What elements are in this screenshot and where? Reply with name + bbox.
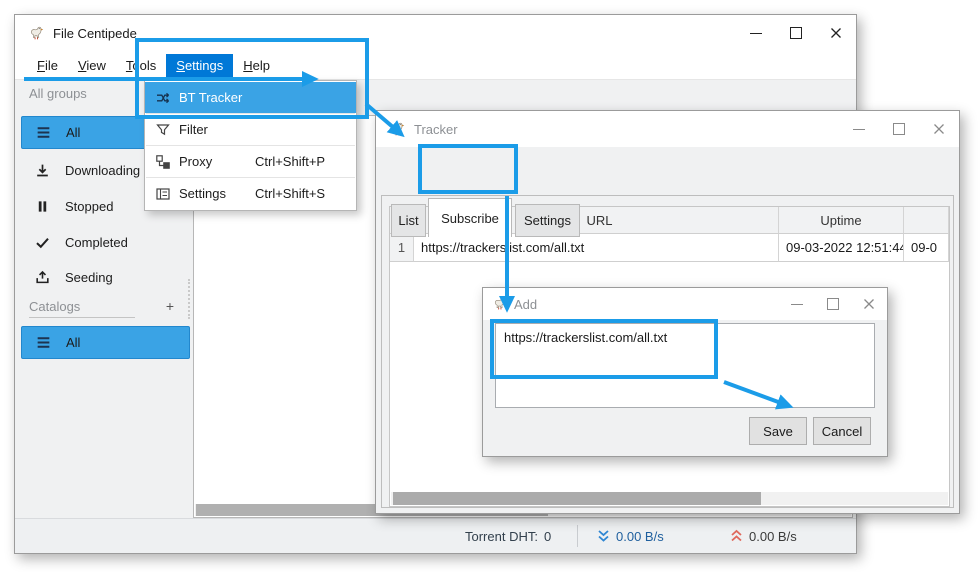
tracker-window-controls	[839, 111, 959, 147]
download-icon	[34, 162, 51, 179]
menu-item-proxy[interactable]: Proxy Ctrl+Shift+P	[145, 146, 356, 177]
header-extra[interactable]	[904, 207, 949, 234]
download-speed-value: 0.00 B/s	[616, 529, 664, 544]
menu-file[interactable]: File	[27, 54, 68, 77]
menu-settings[interactable]: Settings	[166, 54, 233, 77]
double-chevron-down-icon	[597, 529, 610, 543]
catalogs-label: Catalogs	[29, 299, 80, 314]
menu-item-shortcut: Ctrl+Shift+S	[255, 186, 325, 201]
tracker-window-title: Tracker	[414, 122, 458, 137]
minimize-button[interactable]	[779, 288, 815, 320]
cancel-button[interactable]: Cancel	[813, 417, 871, 445]
groups-filter-label: All groups	[29, 86, 87, 101]
groups-filter[interactable]: All groups	[15, 79, 856, 106]
menu-item-label: Settings	[179, 186, 231, 201]
sidebar-item-completed[interactable]: Completed	[21, 228, 188, 256]
menu-lines-icon	[35, 334, 52, 351]
app-goose-icon	[493, 297, 507, 311]
double-chevron-up-icon	[730, 529, 743, 543]
close-button[interactable]	[816, 15, 856, 51]
proxy-network-icon	[155, 154, 171, 170]
close-icon	[830, 27, 842, 39]
menu-lines-icon	[35, 124, 52, 141]
tab-subscribe[interactable]: Subscribe	[428, 198, 512, 237]
dht-value: 0	[544, 529, 551, 544]
catalogs-header: Catalogs +	[21, 295, 188, 317]
save-button[interactable]: Save	[749, 417, 807, 445]
close-button[interactable]	[919, 111, 959, 147]
tracker-shuffle-icon	[155, 90, 171, 106]
add-dialog: Add https://trackerslist.com/all.txt Sav…	[482, 287, 888, 457]
table-row[interactable]: 1 https://trackerslist.com/all.txt 09-03…	[390, 234, 949, 262]
main-window-controls	[736, 15, 856, 51]
menu-item-settings[interactable]: Settings Ctrl+Shift+S	[145, 178, 356, 209]
add-dialog-title: Add	[514, 297, 537, 312]
cell-url: https://trackerslist.com/all.txt	[414, 234, 779, 262]
table-hscrollbar[interactable]	[391, 492, 948, 505]
upload-speed: 0.00 B/s	[730, 519, 797, 553]
sidebar-item-label: Seeding	[65, 270, 113, 285]
maximize-button[interactable]	[879, 111, 919, 147]
sidebar-item-label: Stopped	[65, 199, 113, 214]
close-button[interactable]	[851, 288, 887, 320]
tab-label: Settings	[524, 213, 571, 228]
settings-form-icon	[155, 186, 171, 202]
dht-status: Torrent DHT: 0	[465, 519, 551, 553]
tab-label: Subscribe	[441, 211, 499, 226]
scrollbar-thumb[interactable]	[393, 492, 761, 505]
sidebar-splitter[interactable]	[188, 279, 190, 319]
menu-item-filter[interactable]: Filter	[145, 114, 356, 145]
status-divider	[577, 525, 578, 547]
upload-icon	[34, 269, 51, 286]
menu-help[interactable]: Help	[233, 54, 280, 77]
screen: { "colors": { "annotation": "#1b9ce8", "…	[0, 0, 978, 572]
tab-label: List	[398, 213, 418, 228]
app-goose-icon	[29, 26, 44, 41]
menu-item-shortcut: Ctrl+Shift+P	[255, 154, 325, 169]
tab-list[interactable]: List	[391, 204, 426, 237]
catalog-item-all[interactable]: All	[21, 326, 190, 359]
menu-bar: File View Tools Settings Help	[15, 51, 856, 79]
menu-item-label: Filter	[179, 122, 231, 137]
cell-uptime: 09-03-2022 12:51:44	[779, 234, 904, 262]
filter-funnel-icon	[155, 122, 171, 138]
menu-view[interactable]: View	[68, 54, 116, 77]
pause-icon	[34, 198, 51, 215]
check-icon	[34, 234, 51, 251]
minimize-button[interactable]	[839, 111, 879, 147]
app-goose-icon	[390, 122, 405, 137]
catalog-item-label: All	[66, 335, 80, 350]
menu-item-bt-tracker[interactable]: BT Tracker	[145, 82, 356, 113]
minimize-button[interactable]	[736, 15, 776, 51]
cell-row-number: 1	[390, 234, 414, 262]
tracker-tabs: List Subscribe Settings	[376, 151, 959, 197]
menu-item-label: BT Tracker	[179, 90, 242, 105]
header-uptime[interactable]: Uptime	[779, 207, 904, 234]
maximize-button[interactable]	[776, 15, 816, 51]
status-bar: Torrent DHT: 0 0.00 B/s 0.00 B/s	[15, 518, 856, 553]
main-titlebar: File Centipede	[15, 15, 856, 51]
cell-extra: 09-0	[904, 234, 949, 262]
sidebar-item-seeding[interactable]: Seeding	[21, 263, 188, 291]
close-icon	[933, 123, 945, 135]
sidebar-item-label: Downloading	[65, 163, 140, 178]
main-window-title: File Centipede	[53, 26, 137, 41]
tracker-url-input[interactable]: https://trackerslist.com/all.txt	[495, 323, 875, 408]
dht-label: Torrent DHT:	[465, 529, 538, 544]
add-catalog-button[interactable]: +	[166, 298, 174, 314]
sidebar-item-label: All	[66, 125, 80, 140]
maximize-button[interactable]	[815, 288, 851, 320]
settings-dropdown-menu: BT Tracker Filter Proxy Ctrl+Shift+P Set…	[144, 80, 357, 211]
menu-item-label: Proxy	[179, 154, 231, 169]
tab-settings[interactable]: Settings	[515, 204, 580, 237]
sidebar-item-label: Completed	[65, 235, 128, 250]
add-dialog-controls	[779, 288, 887, 320]
tracker-titlebar: Tracker	[376, 111, 959, 147]
catalogs-divider	[29, 317, 135, 318]
menu-tools[interactable]: Tools	[116, 54, 166, 77]
download-speed: 0.00 B/s	[597, 519, 664, 553]
upload-speed-value: 0.00 B/s	[749, 529, 797, 544]
add-dialog-titlebar: Add	[483, 288, 887, 320]
close-icon	[863, 298, 875, 310]
